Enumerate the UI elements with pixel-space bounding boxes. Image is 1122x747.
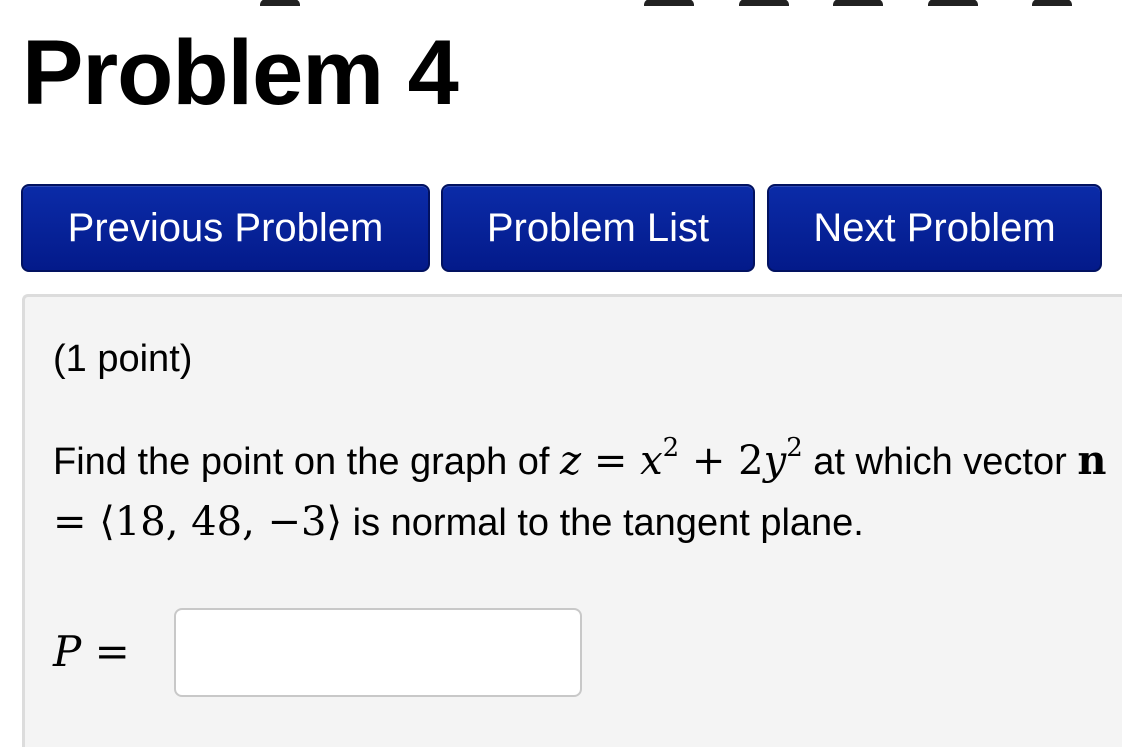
point-value: (1 point) [53, 338, 193, 380]
eq-term2-base: y [763, 438, 787, 484]
vector-name: n [1077, 437, 1107, 484]
eq-equals: = [593, 438, 628, 484]
problem-list-button[interactable]: Problem List [441, 184, 755, 272]
eq-plus: + [691, 438, 726, 484]
previous-problem-button[interactable]: Previous Problem [21, 184, 430, 272]
vector-value: ⟨18, 48, −3⟩ [99, 499, 343, 545]
problem-statement: Find the point on the graph of z = x2 + … [53, 431, 1113, 553]
eq-term1-exp: 2 [662, 433, 680, 463]
surface-equation: z = x2 + 2y2 [560, 435, 803, 484]
answer-label: P = [53, 627, 130, 677]
problem-panel: (1 point) Find the point on the graph of… [22, 294, 1122, 747]
eq-term1-base: x [640, 438, 663, 484]
eq-term2-exp: 2 [786, 433, 803, 463]
vector-equals: = [53, 499, 87, 545]
page: Problem 4 Previous Problem Problem List … [0, 0, 1122, 747]
statement-text-3: is normal to the tangent plane. [352, 502, 864, 544]
answer-input[interactable] [174, 608, 582, 697]
statement-text-1: Find the point on the graph of [53, 441, 550, 483]
page-title: Problem 4 [22, 22, 459, 124]
statement-text-2: at which vector [813, 441, 1067, 483]
eq-term2-coef: 2 [738, 438, 764, 484]
next-problem-button[interactable]: Next Problem [767, 184, 1102, 272]
eq-lhs: z [560, 438, 582, 484]
cut-off-top-text [0, 0, 1122, 6]
answer-label-text: P = [53, 627, 130, 676]
